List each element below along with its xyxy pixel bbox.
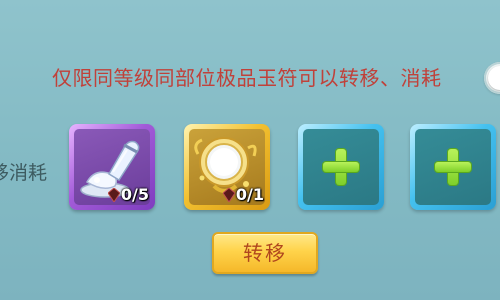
gem-icon bbox=[107, 187, 120, 202]
add-slot-4[interactable] bbox=[410, 124, 496, 210]
plus-icon bbox=[435, 149, 471, 185]
slot-count: 0/5 bbox=[107, 185, 149, 204]
slot-count: 0/1 bbox=[222, 185, 264, 204]
toggle-knob bbox=[488, 66, 500, 90]
transfer-button[interactable]: 转移 bbox=[212, 232, 318, 274]
gem-icon bbox=[222, 187, 235, 202]
slot-count-text: 0/5 bbox=[120, 185, 149, 204]
material-slot-1[interactable]: 0/5 bbox=[69, 124, 155, 210]
slot-count-text: 0/1 bbox=[235, 185, 264, 204]
consume-label: 移消耗 bbox=[0, 162, 48, 184]
toggle-switch[interactable] bbox=[484, 62, 500, 94]
add-slot-3[interactable] bbox=[298, 124, 384, 210]
material-slot-2[interactable]: 0/1 bbox=[184, 124, 270, 210]
notice-text: 仅限同等级同部位极品玉符可以转移、消耗 bbox=[52, 66, 442, 90]
plus-icon bbox=[323, 149, 359, 185]
